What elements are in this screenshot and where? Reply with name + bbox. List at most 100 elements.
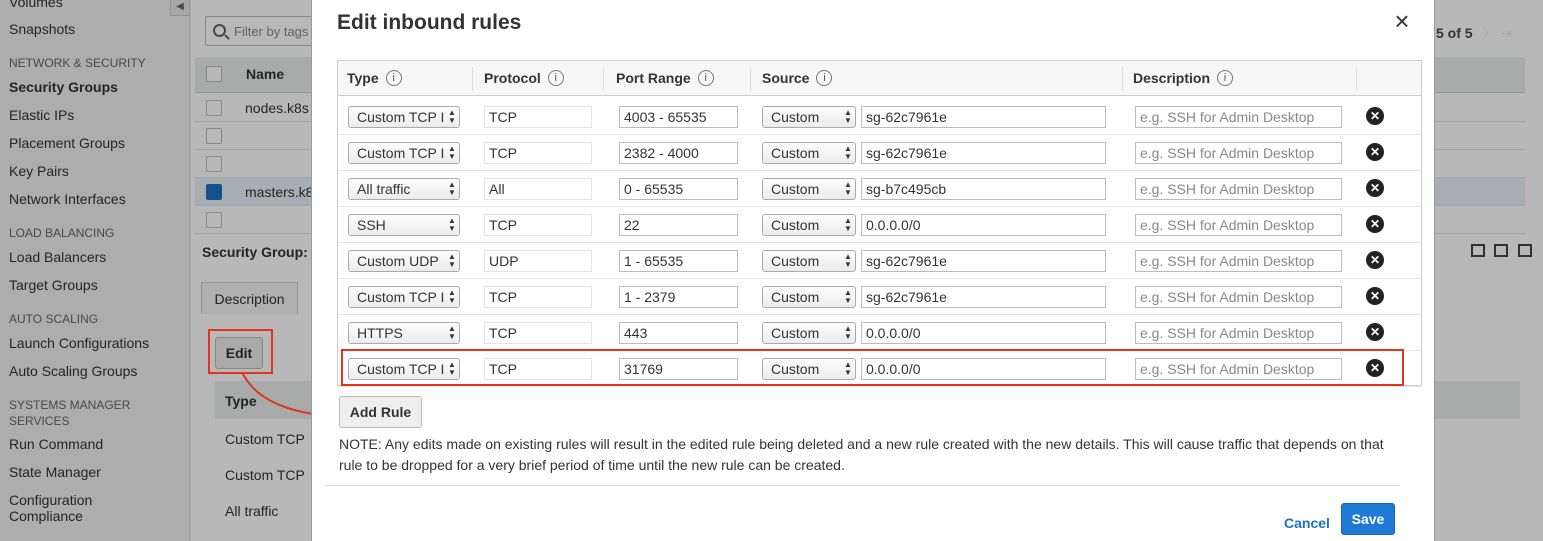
new-rule-highlight-box xyxy=(341,349,1404,386)
remove-rule-icon[interactable]: ✕ xyxy=(1366,143,1384,161)
rule-protocol-field: UDP xyxy=(484,250,592,272)
rule-port-range-input[interactable]: 1 - 65535 xyxy=(619,250,738,272)
rule-row: Custom TCP I ▲ ▼ TCP 4003 - 65535 Custom ▲ ▼… xyxy=(338,99,1421,135)
rule-type-select[interactable]: HTTPS ▲ ▼ xyxy=(348,322,460,344)
rule-source-select[interactable]: Custom ▲ ▼ xyxy=(762,106,856,128)
rule-type-select[interactable]: SSH ▲ ▼ xyxy=(348,214,460,236)
rules-table: Type i Protocol i Port Range i Source i Desc… xyxy=(337,60,1422,387)
rule-source-input[interactable]: sg-62c7961e xyxy=(861,250,1106,272)
header-protocol: Protocol i xyxy=(484,61,564,96)
rule-port-range-input[interactable]: 22 xyxy=(619,214,738,236)
rule-source-select[interactable]: Custom ▲ ▼ xyxy=(762,214,856,236)
select-arrows-icon: ▲ ▼ xyxy=(448,288,456,305)
rule-type-value: All traffic xyxy=(357,181,411,197)
rule-type-select[interactable]: Custom TCP I ▲ ▼ xyxy=(348,142,460,164)
rule-description-input[interactable]: e.g. SSH for Admin Desktop xyxy=(1135,286,1342,308)
rule-description-input[interactable]: e.g. SSH for Admin Desktop xyxy=(1135,322,1342,344)
select-arrows-icon: ▲ ▼ xyxy=(844,180,852,197)
rule-type-value: Custom UDP xyxy=(357,253,439,269)
rule-row: All traffic ▲ ▼ All 0 - 65535 Custom ▲ ▼ sg-… xyxy=(338,171,1421,207)
rule-description-input[interactable]: e.g. SSH for Admin Desktop xyxy=(1135,250,1342,272)
rule-source-select[interactable]: Custom ▲ ▼ xyxy=(762,250,856,272)
rule-port-range-input[interactable]: 4003 - 65535 xyxy=(619,106,738,128)
rule-type-value: Custom TCP I xyxy=(357,109,445,125)
rule-source-type-value: Custom xyxy=(771,289,820,305)
rule-protocol-field: TCP xyxy=(484,322,592,344)
rule-protocol-field: All xyxy=(484,178,592,200)
rule-type-select[interactable]: All traffic ▲ ▼ xyxy=(348,178,460,200)
rule-type-value: HTTPS xyxy=(357,325,403,341)
rule-description-input[interactable]: e.g. SSH for Admin Desktop xyxy=(1135,178,1342,200)
select-arrows-icon: ▲ ▼ xyxy=(844,288,852,305)
rule-source-type-value: Custom xyxy=(771,181,820,197)
rule-source-select[interactable]: Custom ▲ ▼ xyxy=(762,286,856,308)
column-divider xyxy=(472,67,473,91)
rule-protocol-field: TCP xyxy=(484,142,592,164)
rule-source-select[interactable]: Custom ▲ ▼ xyxy=(762,142,856,164)
info-icon[interactable]: i xyxy=(547,70,564,87)
column-divider xyxy=(1356,67,1357,91)
rule-protocol-field: TCP xyxy=(484,106,592,128)
rule-port-range-input[interactable]: 2382 - 4000 xyxy=(619,142,738,164)
rule-port-range-input[interactable]: 0 - 65535 xyxy=(619,178,738,200)
header-description: Description i xyxy=(1133,61,1234,96)
remove-rule-icon[interactable]: ✕ xyxy=(1366,179,1384,197)
info-icon[interactable]: i xyxy=(385,70,402,87)
header-source: Source i xyxy=(762,61,833,96)
remove-rule-icon[interactable]: ✕ xyxy=(1366,107,1384,125)
rule-row: Custom TCP I ▲ ▼ TCP 2382 - 4000 Custom ▲ ▼ … xyxy=(338,135,1421,171)
select-arrows-icon: ▲ ▼ xyxy=(844,144,852,161)
rule-source-select[interactable]: Custom ▲ ▼ xyxy=(762,178,856,200)
info-icon[interactable]: i xyxy=(816,70,833,87)
rule-description-input[interactable]: e.g. SSH for Admin Desktop xyxy=(1135,214,1342,236)
rule-row: Custom UDP ▲ ▼ UDP 1 - 65535 Custom ▲ ▼ sg-6… xyxy=(338,243,1421,279)
remove-rule-icon[interactable]: ✕ xyxy=(1366,215,1384,233)
rule-row: SSH ▲ ▼ TCP 22 Custom ▲ ▼ 0.0.0.0/0 e.g. SSH… xyxy=(338,207,1421,243)
select-arrows-icon: ▲ ▼ xyxy=(448,216,456,233)
save-button[interactable]: Save xyxy=(1341,503,1395,535)
rule-description-input[interactable]: e.g. SSH for Admin Desktop xyxy=(1135,142,1342,164)
rule-type-value: Custom TCP I xyxy=(357,289,445,305)
rule-source-input[interactable]: sg-b7c495cb xyxy=(861,178,1106,200)
select-arrows-icon: ▲ ▼ xyxy=(844,108,852,125)
remove-rule-icon[interactable]: ✕ xyxy=(1366,323,1384,341)
select-arrows-icon: ▲ ▼ xyxy=(448,180,456,197)
remove-rule-icon[interactable]: ✕ xyxy=(1366,287,1384,305)
pagination-arrows-icon[interactable]: 〉 ⇥ xyxy=(1483,25,1513,41)
rule-type-select[interactable]: Custom TCP I ▲ ▼ xyxy=(348,106,460,128)
rule-source-input[interactable]: sg-62c7961e xyxy=(861,106,1106,128)
rule-source-type-value: Custom xyxy=(771,325,820,341)
pagination: 5 of 5 〉 ⇥ xyxy=(1436,23,1512,43)
rule-source-input[interactable]: sg-62c7961e xyxy=(861,286,1106,308)
column-divider xyxy=(603,67,604,91)
info-icon[interactable]: i xyxy=(697,70,714,87)
rule-port-range-input[interactable]: 443 xyxy=(619,322,738,344)
rule-source-select[interactable]: Custom ▲ ▼ xyxy=(762,322,856,344)
cancel-button[interactable]: Cancel xyxy=(1284,515,1330,531)
info-icon[interactable]: i xyxy=(1217,70,1234,87)
rule-type-select[interactable]: Custom UDP ▲ ▼ xyxy=(348,250,460,272)
close-icon[interactable]: × xyxy=(1390,8,1414,34)
header-type-label: Type xyxy=(347,70,379,86)
select-arrows-icon: ▲ ▼ xyxy=(448,252,456,269)
edit-warning-note: NOTE: Any edits made on existing rules w… xyxy=(339,436,1384,473)
rule-source-input[interactable]: sg-62c7961e xyxy=(861,142,1106,164)
select-arrows-icon: ▲ ▼ xyxy=(448,144,456,161)
header-description-label: Description xyxy=(1133,70,1211,86)
header-source-label: Source xyxy=(762,70,810,86)
pagination-count: 5 of 5 xyxy=(1436,25,1473,41)
remove-rule-icon[interactable]: ✕ xyxy=(1366,251,1384,269)
rule-source-input[interactable]: 0.0.0.0/0 xyxy=(861,322,1106,344)
rule-port-range-input[interactable]: 1 - 2379 xyxy=(619,286,738,308)
rule-type-select[interactable]: Custom TCP I ▲ ▼ xyxy=(348,286,460,308)
rule-description-input[interactable]: e.g. SSH for Admin Desktop xyxy=(1135,106,1342,128)
add-rule-button[interactable]: Add Rule xyxy=(339,396,422,428)
rule-type-value: SSH xyxy=(357,217,386,233)
rule-source-type-value: Custom xyxy=(771,217,820,233)
rule-protocol-field: TCP xyxy=(484,214,592,236)
header-port-range-label: Port Range xyxy=(616,70,691,86)
rules-table-header: Type i Protocol i Port Range i Source i Desc… xyxy=(338,61,1421,96)
select-arrows-icon: ▲ ▼ xyxy=(844,324,852,341)
rule-row: Custom TCP I ▲ ▼ TCP 1 - 2379 Custom ▲ ▼ sg-… xyxy=(338,279,1421,315)
rule-source-input[interactable]: 0.0.0.0/0 xyxy=(861,214,1106,236)
